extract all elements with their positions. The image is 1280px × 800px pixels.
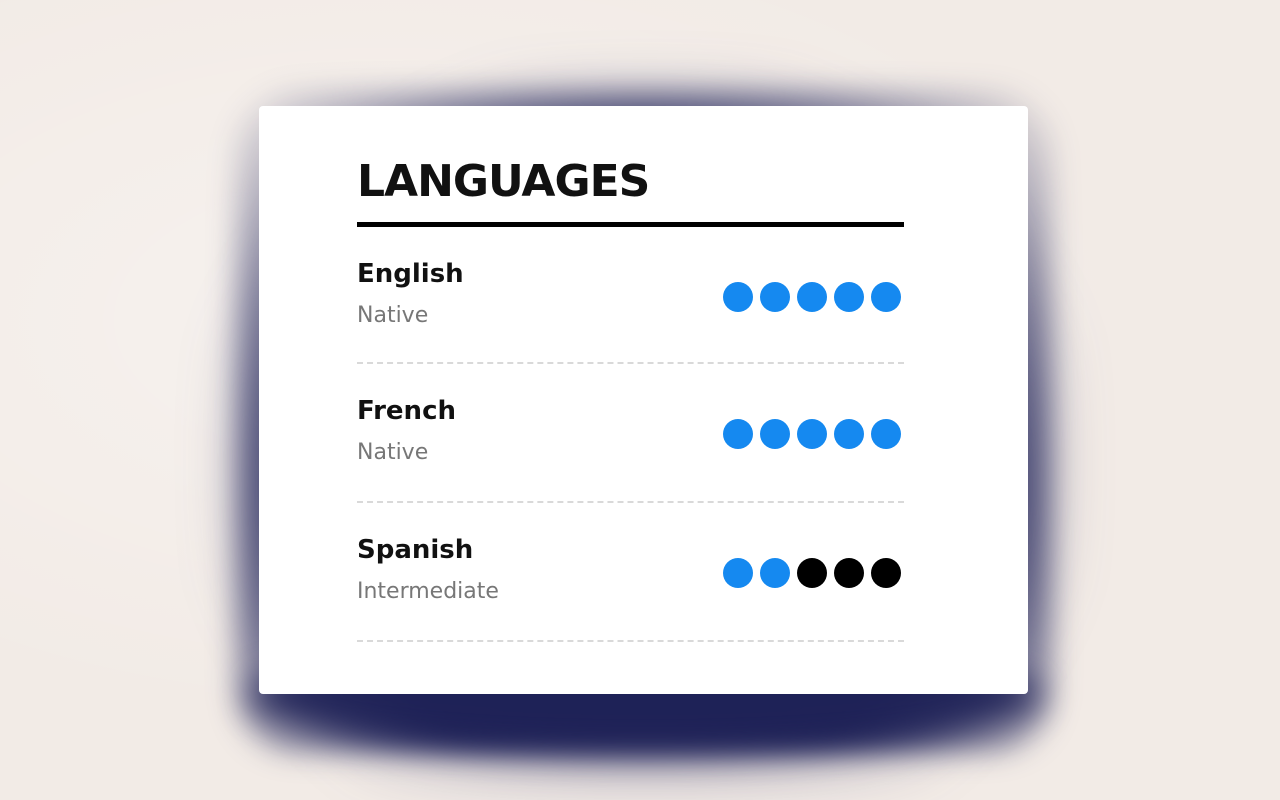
- rating-dot-filled-icon: [797, 419, 827, 449]
- rating-dot-empty-icon: [871, 558, 901, 588]
- language-level: Native: [357, 440, 429, 465]
- background: LANGUAGES English Native French Native S…: [0, 0, 1280, 800]
- language-level: Native: [357, 303, 429, 328]
- rating-dot-filled-icon: [871, 419, 901, 449]
- section-title: LANGUAGES: [357, 156, 650, 207]
- language-item-french: French Native: [357, 364, 904, 503]
- rating-dot-empty-icon: [797, 558, 827, 588]
- rating-dot-filled-icon: [723, 282, 753, 312]
- language-level: Intermediate: [357, 579, 499, 604]
- language-item-spanish: Spanish Intermediate: [357, 503, 904, 642]
- proficiency-rating: [723, 282, 901, 312]
- rating-dot-filled-icon: [723, 419, 753, 449]
- language-name: English: [357, 259, 464, 289]
- languages-card: LANGUAGES English Native French Native S…: [259, 106, 1028, 694]
- rating-dot-filled-icon: [834, 282, 864, 312]
- proficiency-rating: [723, 558, 901, 588]
- language-name: Spanish: [357, 535, 474, 565]
- rating-dot-filled-icon: [760, 558, 790, 588]
- language-item-english: English Native: [357, 227, 904, 364]
- language-list: English Native French Native Spanish Int…: [357, 227, 904, 642]
- rating-dot-filled-icon: [760, 419, 790, 449]
- rating-dot-filled-icon: [797, 282, 827, 312]
- rating-dot-filled-icon: [723, 558, 753, 588]
- language-name: French: [357, 396, 456, 426]
- rating-dot-filled-icon: [871, 282, 901, 312]
- rating-dot-empty-icon: [834, 558, 864, 588]
- proficiency-rating: [723, 419, 901, 449]
- rating-dot-filled-icon: [834, 419, 864, 449]
- rating-dot-filled-icon: [760, 282, 790, 312]
